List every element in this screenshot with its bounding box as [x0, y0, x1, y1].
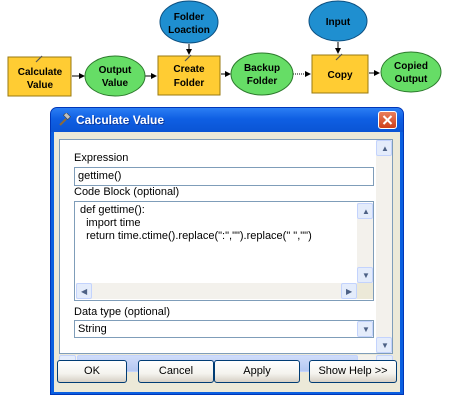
- node-folder-location-line1: Folder: [174, 12, 205, 23]
- data-type-select[interactable]: String ▼: [74, 320, 374, 338]
- panel-vertical-scrollbar[interactable]: ▲ ▼: [376, 140, 392, 353]
- code-line: import time: [80, 217, 141, 229]
- node-create-folder[interactable]: Create Folder: [157, 54, 221, 96]
- node-create-folder-line1: Create: [173, 64, 205, 75]
- scroll-up-button[interactable]: ▲: [376, 140, 392, 156]
- node-input[interactable]: Input: [308, 0, 368, 42]
- node-output-value[interactable]: Output Value: [84, 55, 146, 97]
- scroll-left-button[interactable]: ◀: [76, 283, 92, 299]
- node-copy-label: Copy: [328, 70, 353, 81]
- arrow-down-icon: ▼: [381, 341, 389, 350]
- code-line: return time.ctime().replace(":","").repl…: [80, 230, 312, 242]
- apply-button[interactable]: Apply: [214, 360, 300, 383]
- node-calculate-value[interactable]: Calculate Value: [7, 55, 72, 97]
- dialog-title: Calculate Value: [76, 113, 165, 127]
- ok-button[interactable]: OK: [57, 360, 127, 383]
- node-backup-folder[interactable]: Backup Folder: [230, 52, 294, 96]
- arrow-up-icon: ▲: [362, 207, 370, 216]
- code-line: def gettime():: [80, 204, 145, 216]
- expression-input[interactable]: gettime(): [74, 167, 374, 186]
- node-copied-output-line1: Copied: [394, 61, 428, 72]
- expression-label: Expression: [74, 152, 129, 164]
- node-copy[interactable]: Copy: [311, 53, 369, 94]
- model-diagram: Calculate Value Output Value Folder Loac…: [7, 0, 442, 97]
- code-block-textarea[interactable]: def gettime(): import time return time.c…: [74, 201, 374, 301]
- node-output-value-line1: Output: [99, 65, 132, 76]
- dropdown-button[interactable]: ▼: [357, 321, 373, 337]
- scroll-right-button[interactable]: ▶: [341, 283, 357, 299]
- show-help-button[interactable]: Show Help >>: [309, 360, 397, 383]
- scrollbar-corner: [357, 283, 373, 299]
- node-input-label: Input: [326, 17, 351, 28]
- chevron-down-icon: ▼: [362, 325, 370, 334]
- calculate-value-dialog: Calculate Value Expression gettime() Cod…: [50, 107, 404, 395]
- node-create-folder-line2: Folder: [174, 78, 205, 89]
- code-vertical-scrollbar[interactable]: ▲ ▼: [357, 203, 373, 283]
- arrow-left-icon: ◀: [81, 287, 88, 296]
- code-horizontal-scrollbar[interactable]: ◀ ▶: [76, 283, 357, 299]
- scroll-down-button[interactable]: ▼: [376, 337, 392, 353]
- hammer-icon: [59, 113, 71, 126]
- arrow-right-icon: ▶: [346, 287, 353, 296]
- node-copied-output-line2: Output: [395, 74, 428, 85]
- close-icon: [382, 115, 393, 125]
- node-folder-location-line2: Loaction: [168, 25, 210, 36]
- data-type-label: Data type (optional): [74, 306, 170, 318]
- code-block-label: Code Block (optional): [74, 186, 180, 198]
- node-backup-folder-line2: Folder: [247, 76, 278, 87]
- arrow-up-icon: ▲: [381, 144, 389, 153]
- node-output-value-line2: Value: [102, 78, 129, 89]
- node-copied-output[interactable]: Copied Output: [380, 51, 442, 93]
- parameters-panel: Expression gettime() Code Block (optiona…: [59, 139, 393, 354]
- node-calculate-value-line1: Calculate: [18, 67, 63, 78]
- data-type-value: String: [78, 323, 107, 335]
- scroll-down-button[interactable]: ▼: [357, 267, 373, 283]
- node-backup-folder-line1: Backup: [244, 63, 280, 74]
- cancel-button[interactable]: Cancel: [138, 360, 214, 383]
- scroll-up-button[interactable]: ▲: [357, 203, 373, 219]
- node-folder-location[interactable]: Folder Loaction: [159, 0, 219, 44]
- arrow-down-icon: ▼: [362, 271, 370, 280]
- dialog-client-area: Expression gettime() Code Block (optiona…: [54, 132, 400, 392]
- dialog-title-bar[interactable]: Calculate Value: [51, 108, 403, 132]
- node-calculate-value-line2: Value: [27, 80, 54, 91]
- close-button[interactable]: [378, 111, 397, 129]
